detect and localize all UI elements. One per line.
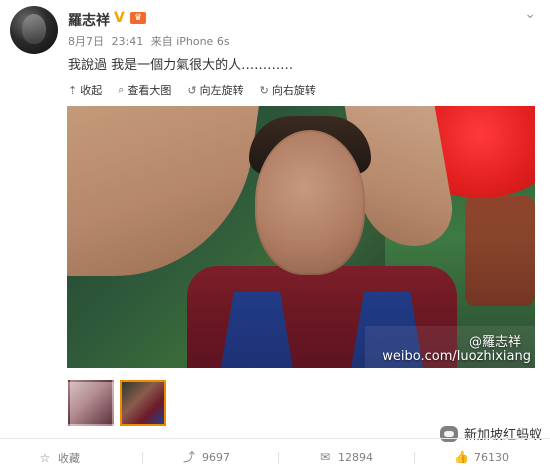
footer-watermark-text: 新加坡红蚂蚁 (463, 428, 542, 443)
action-separator (414, 452, 415, 464)
search-icon: ⌕ (118, 83, 125, 96)
wechat-icon (439, 425, 458, 442)
username[interactable]: 羅志祥 (68, 10, 110, 30)
watermark-handle: @羅志祥 (468, 335, 521, 350)
divider (0, 438, 550, 439)
thumbs-up-icon: 👍 (454, 450, 469, 464)
collapse-label: 收起 (80, 84, 103, 97)
thumbnail-2[interactable] (120, 380, 166, 426)
favorite-label: 收藏 (58, 452, 80, 465)
rotate-right-icon: ↻ (259, 83, 269, 97)
media-toolbar: ⇡ 收起 ⌕ 查看大图 ↺ 向左旋转 ↻ 向右旋转 (68, 82, 316, 98)
verified-badge: V (114, 10, 125, 26)
rotate-left-button[interactable]: ↺ 向左旋转 (187, 82, 243, 98)
comment-icon: ✉ (319, 450, 331, 464)
action-separator (142, 452, 143, 464)
post-time: 23:41 (111, 35, 144, 48)
action-bar: ☆ 收藏 ⤴ 9697 ✉ 12894 👍 76130 (0, 442, 550, 470)
collapse-button[interactable]: ⇡ 收起 (68, 82, 102, 98)
chevron-down-icon[interactable]: ⌄ (524, 6, 536, 22)
avatar[interactable] (10, 6, 58, 54)
comment-count: 12894 (338, 450, 373, 464)
rotate-right-button[interactable]: ↻ 向右旋转 (260, 82, 316, 98)
rotate-left-icon: ↺ (187, 83, 197, 97)
crown-icon: ♛ (130, 12, 146, 24)
collapse-icon: ⇡ (68, 83, 78, 97)
repost-count: 9697 (202, 450, 230, 464)
view-large-image-label: 查看大图 (127, 84, 172, 97)
post-meta: 8月7日 23:41 来自 iPhone 6s (68, 33, 234, 49)
star-icon: ☆ (39, 451, 51, 465)
thumbnail-1[interactable] (68, 380, 114, 426)
rotate-right-label: 向右旋转 (271, 84, 316, 97)
athlete-left-arm (67, 106, 259, 276)
like-button[interactable]: 👍 76130 (454, 450, 509, 464)
post-text: 我說過 我是一個力氣很大的人………… (68, 58, 294, 73)
avatar-image (22, 14, 46, 44)
athlete-head (255, 130, 365, 275)
rotate-left-label: 向左旋转 (199, 84, 244, 97)
post-date: 8月7日 (68, 35, 104, 48)
action-separator (278, 452, 279, 464)
red-plate-shadow (465, 196, 535, 306)
post-source: 来自 iPhone 6s (150, 35, 230, 48)
comment-button[interactable]: ✉ 12894 (318, 450, 373, 464)
like-count: 76130 (474, 450, 509, 464)
thumbnail-strip (68, 380, 166, 426)
repost-button[interactable]: ⤴ 9697 (182, 450, 230, 464)
view-large-image-button[interactable]: ⌕ 查看大图 (118, 82, 171, 98)
favorite-button[interactable]: ☆ 收藏 (38, 450, 80, 466)
footer-watermark: 新加坡红蚂蚁 (439, 424, 542, 443)
watermark-url: weibo.com/luozhixiang (382, 349, 531, 364)
repost-icon: ⤴ (182, 450, 195, 464)
media-player[interactable]: @羅志祥 weibo.com/luozhixiang (67, 106, 535, 368)
